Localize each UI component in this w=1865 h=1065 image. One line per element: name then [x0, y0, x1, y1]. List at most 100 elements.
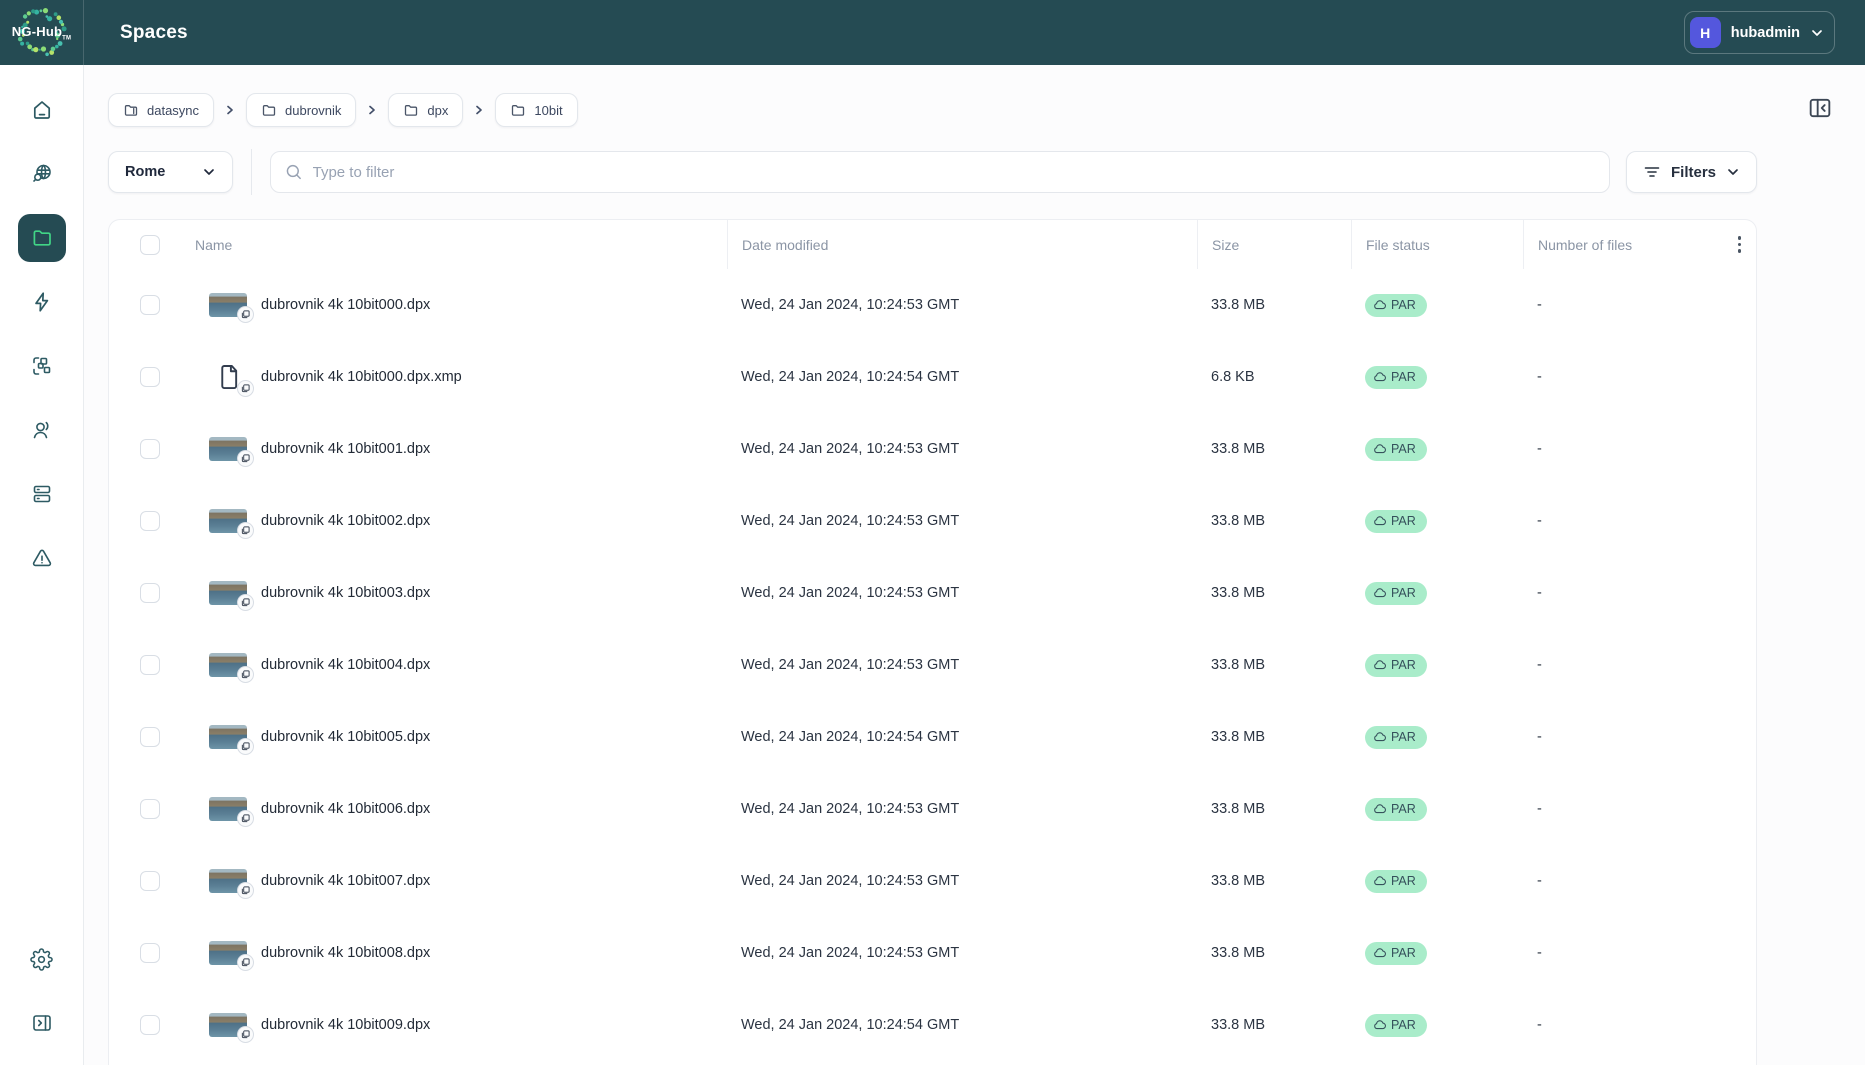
row-checkbox[interactable]: [140, 295, 160, 315]
image-thumbnail: [209, 1013, 247, 1037]
breadcrumb-label: dubrovnik: [285, 103, 341, 118]
row-checkbox[interactable]: [140, 655, 160, 675]
sidebar: [0, 65, 84, 1065]
sidebar-item-home[interactable]: [18, 86, 66, 134]
table-row[interactable]: dubrovnik 4k 10bit005.dpx Wed, 24 Jan 20…: [109, 701, 1756, 773]
table-row[interactable]: dubrovnik 4k 10bit002.dpx Wed, 24 Jan 20…: [109, 485, 1756, 557]
file-size: 33.8 MB: [1197, 441, 1351, 457]
file-name[interactable]: dubrovnik 4k 10bit007.dpx: [261, 873, 430, 889]
copies-badge-icon: [237, 954, 254, 971]
scan-objects-icon: [30, 354, 54, 378]
row-checkbox[interactable]: [140, 367, 160, 387]
breadcrumb-item[interactable]: dubrovnik: [246, 93, 356, 127]
folder-icon: [510, 102, 526, 118]
status-badge: PAR: [1365, 510, 1427, 533]
breadcrumb-item[interactable]: dpx: [388, 93, 463, 127]
status-badge: PAR: [1365, 942, 1427, 965]
breadcrumb-item[interactable]: datasync: [108, 93, 214, 127]
cloud-icon: [1373, 587, 1386, 600]
row-checkbox[interactable]: [140, 439, 160, 459]
date-modified: Wed, 24 Jan 2024, 10:24:53 GMT: [727, 945, 1197, 961]
sidebar-item-settings[interactable]: [18, 935, 66, 983]
file-name[interactable]: dubrovnik 4k 10bit002.dpx: [261, 513, 430, 529]
cloud-icon: [1373, 947, 1386, 960]
row-checkbox[interactable]: [140, 799, 160, 819]
user-name: hubadmin: [1731, 25, 1800, 41]
row-checkbox[interactable]: [140, 1015, 160, 1035]
sidebar-item-storage[interactable]: [18, 470, 66, 518]
copies-badge-icon: [237, 450, 254, 467]
table-row[interactable]: dubrovnik 4k 10bit001.dpx Wed, 24 Jan 20…: [109, 413, 1756, 485]
status-badge: PAR: [1365, 870, 1427, 893]
breadcrumb-segment: 10bit: [495, 93, 577, 127]
location-selector-value: Rome: [125, 164, 165, 180]
column-header-name[interactable]: Name: [181, 220, 727, 269]
cloud-icon: [1373, 515, 1386, 528]
search-icon: [285, 163, 303, 181]
file-size: 33.8 MB: [1197, 585, 1351, 601]
table-row[interactable]: dubrovnik 4k 10bit009.dpx Wed, 24 Jan 20…: [109, 989, 1756, 1061]
copies-badge-icon: [237, 594, 254, 611]
row-checkbox[interactable]: [140, 583, 160, 603]
table-row[interactable]: dubrovnik 4k 10bit004.dpx Wed, 24 Jan 20…: [109, 629, 1756, 701]
search-input[interactable]: [313, 164, 1595, 181]
sidebar-item-users[interactable]: [18, 406, 66, 454]
space-icon: [123, 102, 139, 118]
table-row[interactable]: dubrovnik 4k 10bit006.dpx Wed, 24 Jan 20…: [109, 773, 1756, 845]
location-selector[interactable]: Rome: [108, 151, 233, 193]
file-size: 33.8 MB: [1197, 297, 1351, 313]
document-icon: [209, 363, 247, 391]
date-modified: Wed, 24 Jan 2024, 10:24:54 GMT: [727, 369, 1197, 385]
breadcrumb-item[interactable]: 10bit: [495, 93, 577, 127]
status-badge: PAR: [1365, 654, 1427, 677]
sidebar-item-automations[interactable]: [18, 278, 66, 326]
table-row[interactable]: dubrovnik 4k 10bit003.dpx Wed, 24 Jan 20…: [109, 557, 1756, 629]
file-name[interactable]: dubrovnik 4k 10bit004.dpx: [261, 657, 430, 673]
row-checkbox[interactable]: [140, 727, 160, 747]
file-size: 33.8 MB: [1197, 945, 1351, 961]
main-content: datasync dubrovnik dpx: [84, 65, 1865, 1065]
file-name[interactable]: dubrovnik 4k 10bit009.dpx: [261, 1017, 430, 1033]
column-header-file-status[interactable]: File status: [1351, 220, 1523, 269]
cloud-icon: [1373, 875, 1386, 888]
file-name[interactable]: dubrovnik 4k 10bit006.dpx: [261, 801, 430, 817]
table-row[interactable]: dubrovnik 4k 10bit000.dpx.xmp Wed, 24 Ja…: [109, 341, 1756, 413]
column-header-number-of-files[interactable]: Number of files: [1523, 220, 1709, 269]
file-name[interactable]: dubrovnik 4k 10bit000.dpx: [261, 297, 430, 313]
file-name[interactable]: dubrovnik 4k 10bit000.dpx.xmp: [261, 369, 462, 385]
column-header-size[interactable]: Size: [1197, 220, 1351, 269]
sidebar-collapse-toggle[interactable]: [18, 999, 66, 1047]
number-of-files: -: [1523, 729, 1709, 745]
row-checkbox[interactable]: [140, 871, 160, 891]
row-checkbox[interactable]: [140, 511, 160, 531]
column-header-date-modified[interactable]: Date modified: [727, 220, 1197, 269]
copies-badge-icon: [237, 810, 254, 827]
number-of-files: -: [1523, 1017, 1709, 1033]
sidebar-item-processing[interactable]: [18, 342, 66, 390]
table-options-menu[interactable]: [1723, 236, 1756, 253]
file-name[interactable]: dubrovnik 4k 10bit003.dpx: [261, 585, 430, 601]
sidebar-item-discover[interactable]: [18, 150, 66, 198]
breadcrumb-segment: datasync: [108, 93, 236, 127]
status-badge-label: PAR: [1391, 370, 1416, 384]
select-all-checkbox[interactable]: [140, 235, 160, 255]
right-panel-toggle[interactable]: [1805, 93, 1835, 123]
table-row[interactable]: dubrovnik 4k 10bit008.dpx Wed, 24 Jan 20…: [109, 917, 1756, 989]
file-name[interactable]: dubrovnik 4k 10bit001.dpx: [261, 441, 430, 457]
cloud-icon: [1373, 731, 1386, 744]
file-name[interactable]: dubrovnik 4k 10bit005.dpx: [261, 729, 430, 745]
app-logo[interactable]: NG-HubTM: [0, 0, 84, 65]
filters-button[interactable]: Filters: [1626, 151, 1757, 193]
user-menu[interactable]: H hubadmin: [1684, 11, 1835, 54]
row-checkbox[interactable]: [140, 943, 160, 963]
globe-search-icon: [30, 162, 54, 186]
file-name[interactable]: dubrovnik 4k 10bit008.dpx: [261, 945, 430, 961]
status-badge-label: PAR: [1391, 586, 1416, 600]
home-icon: [30, 98, 54, 122]
sidebar-item-alerts[interactable]: [18, 534, 66, 582]
lightning-icon: [30, 290, 54, 314]
sidebar-item-spaces[interactable]: [18, 214, 66, 262]
status-badge-label: PAR: [1391, 442, 1416, 456]
table-row[interactable]: dubrovnik 4k 10bit007.dpx Wed, 24 Jan 20…: [109, 845, 1756, 917]
table-row[interactable]: dubrovnik 4k 10bit000.dpx Wed, 24 Jan 20…: [109, 269, 1756, 341]
